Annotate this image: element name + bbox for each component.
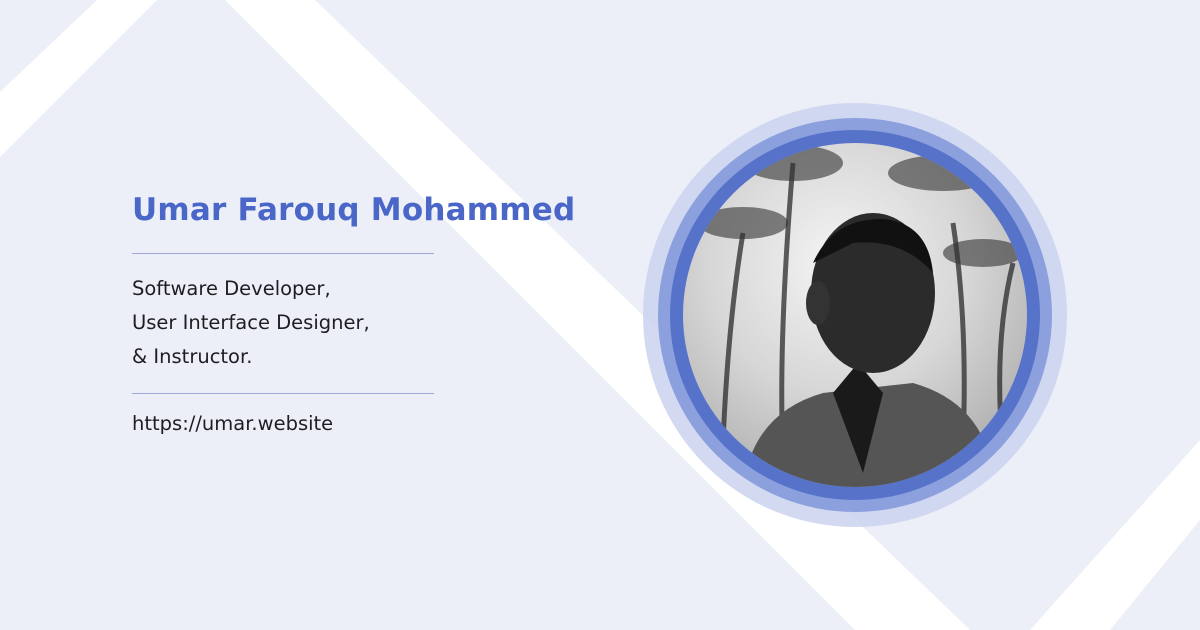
role-item: Software Developer,	[132, 277, 331, 300]
divider-bottom	[132, 393, 434, 394]
website-link[interactable]: https://umar.website	[132, 412, 333, 435]
avatar	[683, 143, 1027, 487]
profile-name: Umar Farouq Mohammed	[132, 192, 576, 228]
stripe-bottom-right	[1030, 440, 1200, 630]
role-item: User Interface Designer,	[132, 311, 370, 334]
divider-top	[132, 253, 434, 254]
profile-photo	[698, 145, 1023, 487]
role-item: & Instructor.	[132, 345, 253, 368]
stripe-top-left	[0, 0, 157, 157]
roles-list: Software Developer, User Interface Desig…	[132, 272, 370, 374]
